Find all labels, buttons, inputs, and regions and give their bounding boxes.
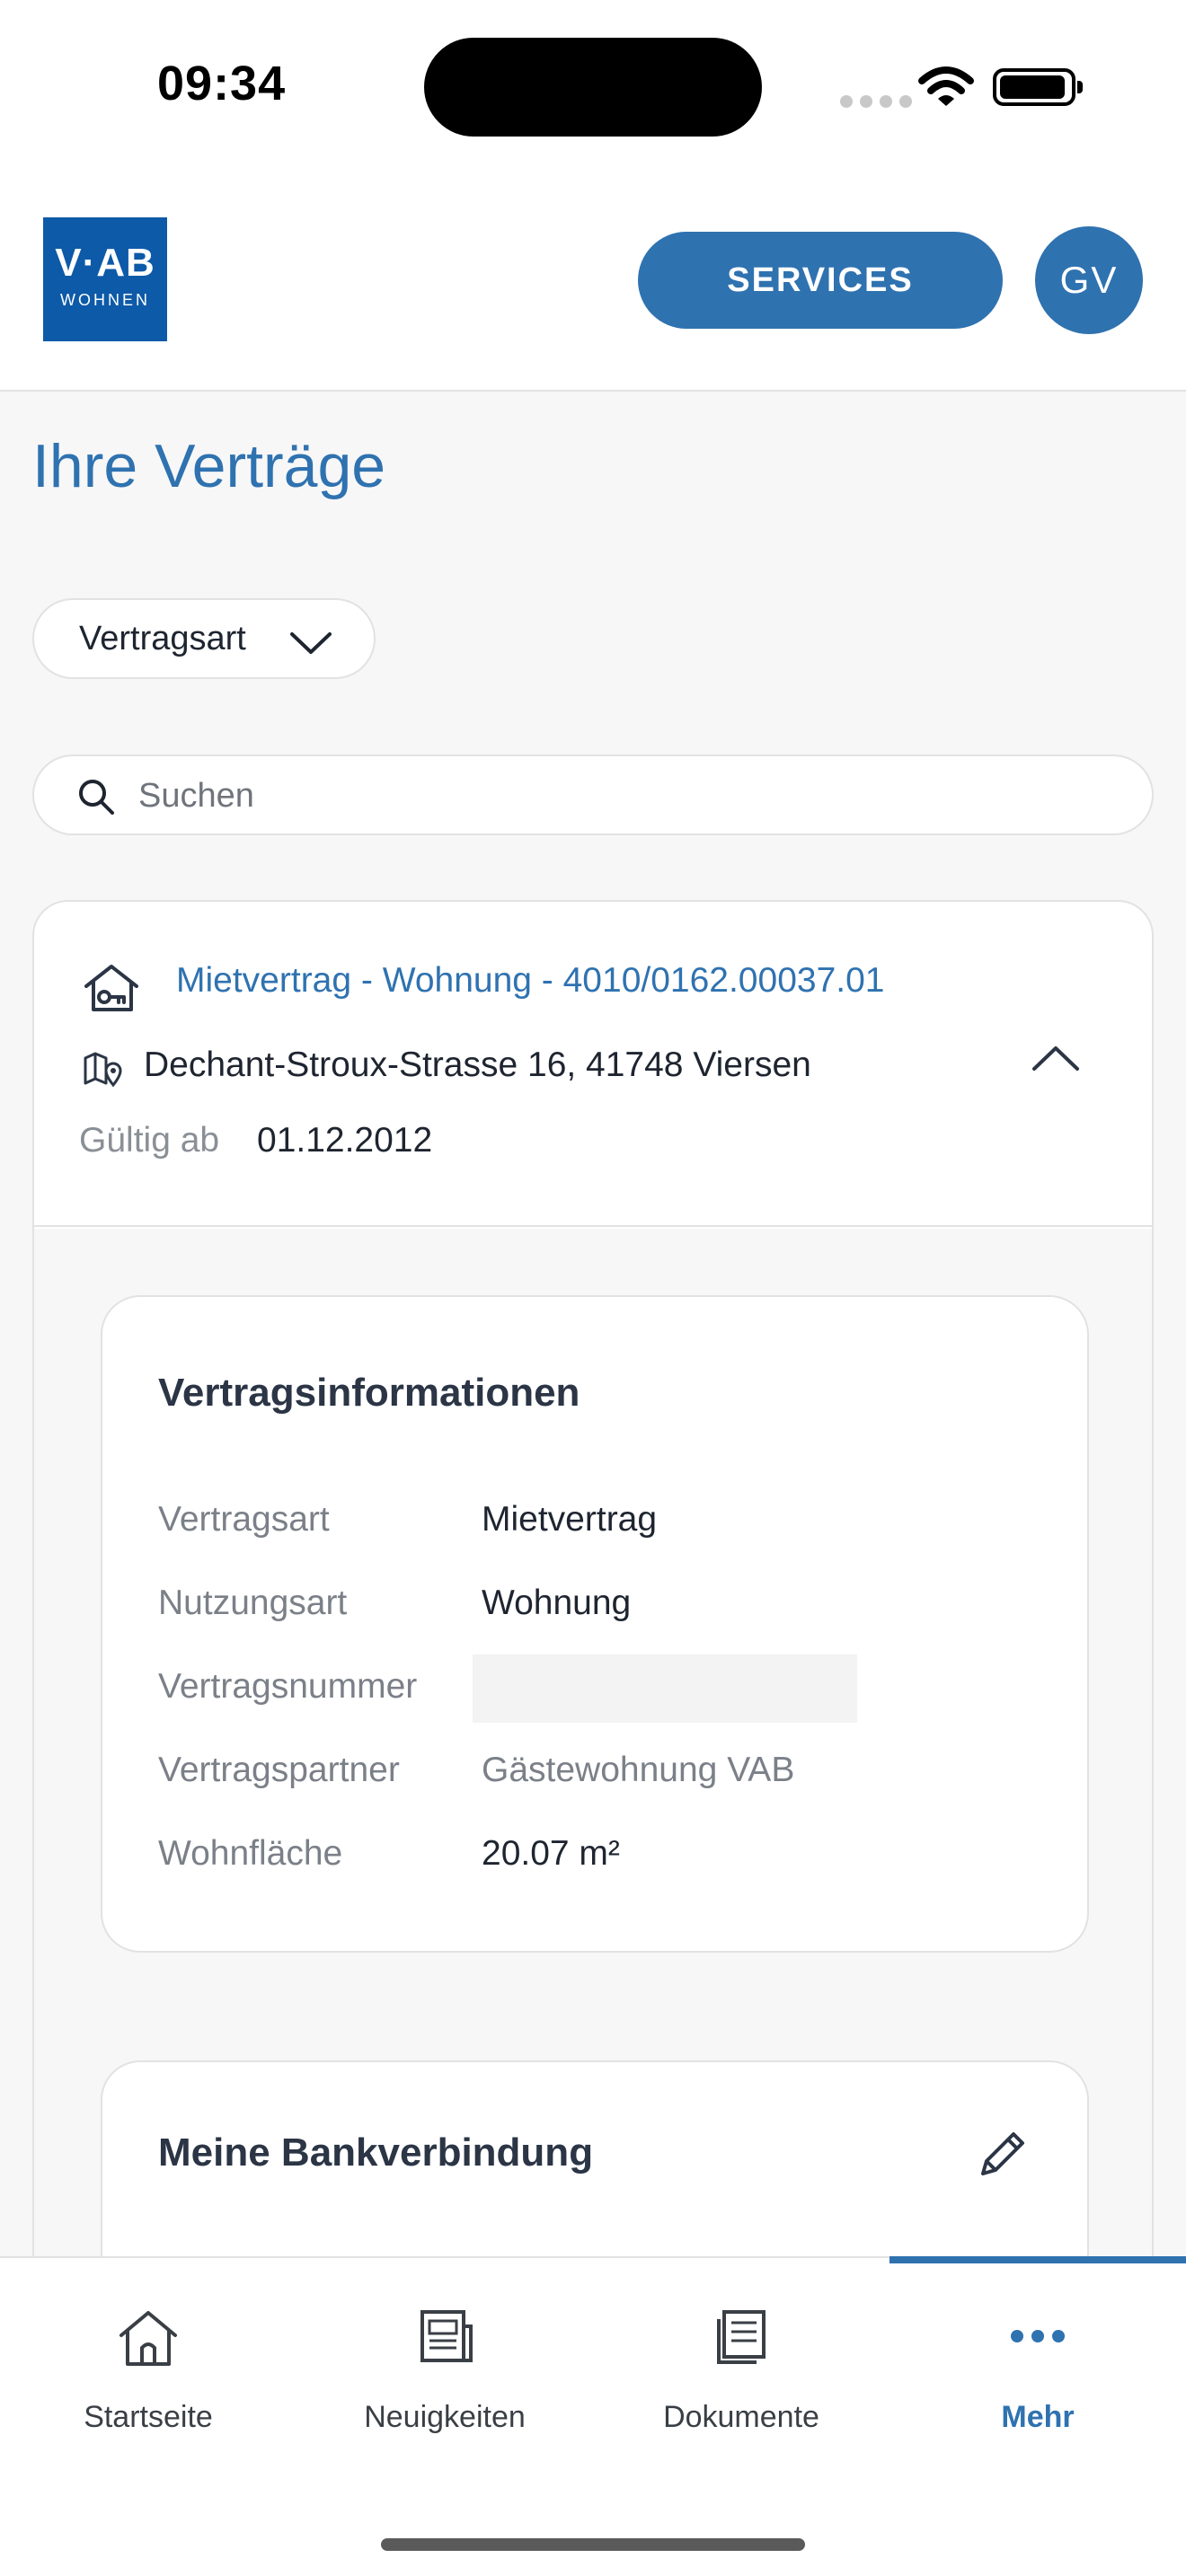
contract-card-header[interactable]: Mietvertrag - Wohnung - 4010/0162.00037.… xyxy=(34,902,1152,1227)
page-title: Ihre Verträge xyxy=(32,432,386,500)
tab-dokumente[interactable]: Dokumente xyxy=(593,2258,890,2483)
map-pin-icon xyxy=(84,1052,122,1087)
more-icon xyxy=(1011,2330,1065,2342)
tab-neuigkeiten[interactable]: Neuigkeiten xyxy=(296,2258,593,2483)
info-label: Nutzungsart xyxy=(158,1584,348,1622)
pencil-icon[interactable] xyxy=(974,2125,1031,2183)
info-value: 20.07 m² xyxy=(482,1834,620,1873)
valid-from-value: 01.12.2012 xyxy=(257,1121,433,1160)
info-value: Gästewohnung VAB xyxy=(482,1751,795,1789)
info-row-contract-partner: Vertragspartner Gästewohnung VAB xyxy=(158,1751,1057,1804)
info-label: Vertragspartner xyxy=(158,1751,400,1789)
status-bar: 09:34 xyxy=(0,0,1186,180)
contract-type-filter[interactable]: Vertragsart xyxy=(32,598,376,679)
document-icon xyxy=(717,2310,766,2364)
house-key-icon xyxy=(84,965,138,1011)
valid-from-label: Gültig ab xyxy=(79,1121,220,1160)
user-avatar[interactable]: GV xyxy=(1035,226,1143,334)
contract-title[interactable]: Mietvertrag - Wohnung - 4010/0162.00037.… xyxy=(176,961,884,1001)
info-label: Wohnfläche xyxy=(158,1834,343,1873)
filter-label: Vertragsart xyxy=(79,619,246,657)
info-row-usage-type: Nutzungsart Wohnung xyxy=(158,1584,1057,1637)
tab-label: Mehr xyxy=(1001,2400,1075,2434)
search-input[interactable] xyxy=(138,769,1109,823)
home-indicator xyxy=(381,2538,805,2551)
news-icon xyxy=(420,2310,473,2362)
contract-info-panel: Vertragsinformationen Vertragsart Mietve… xyxy=(101,1295,1089,1953)
chevron-down-icon xyxy=(290,632,332,654)
info-value: Wohnung xyxy=(482,1584,632,1622)
tab-label: Neuigkeiten xyxy=(364,2400,526,2434)
vab-logo[interactable]: V·AB WOHNEN xyxy=(43,217,167,341)
logo-subtext: WOHNEN xyxy=(60,291,150,309)
info-row-contract-number: Vertragsnummer xyxy=(158,1654,1057,1723)
contract-address: Dechant-Stroux-Strasse 16, 41748 Viersen xyxy=(144,1045,811,1084)
search-bar[interactable] xyxy=(32,754,1154,835)
info-value: Mietvertrag xyxy=(482,1500,658,1539)
tab-startseite[interactable]: Startseite xyxy=(0,2258,296,2483)
bottom-tab-bar: Startseite Neuigkeiten Dokumente Mehr xyxy=(0,2256,1186,2576)
services-button[interactable]: SERVICES xyxy=(638,232,1003,329)
tab-label: Startseite xyxy=(84,2400,213,2434)
logo-text: V·AB xyxy=(55,241,155,285)
dynamic-island xyxy=(424,38,762,137)
wifi-icon xyxy=(918,66,974,106)
info-row-living-area: Wohnfläche 20.07 m² xyxy=(158,1834,1057,1888)
info-row-contract-type: Vertragsart Mietvertrag xyxy=(158,1500,1057,1554)
app-header: V·AB WOHNEN SERVICES GV xyxy=(0,180,1186,392)
cellular-signal-icon xyxy=(840,95,912,108)
battery-icon xyxy=(993,68,1083,106)
tab-label: Dokumente xyxy=(663,2400,819,2434)
chevron-up-icon[interactable] xyxy=(1031,1044,1080,1072)
info-label: Vertragsnummer xyxy=(158,1667,418,1706)
info-label: Vertragsart xyxy=(158,1500,330,1539)
home-icon xyxy=(119,2311,177,2366)
bank-details-title: Meine Bankverbindung xyxy=(158,2130,594,2175)
status-time: 09:34 xyxy=(157,57,287,110)
contract-number-placeholder xyxy=(473,1654,857,1723)
contract-info-title: Vertragsinformationen xyxy=(158,1371,580,1415)
search-icon xyxy=(79,780,114,815)
tab-mehr[interactable]: Mehr xyxy=(890,2258,1186,2483)
